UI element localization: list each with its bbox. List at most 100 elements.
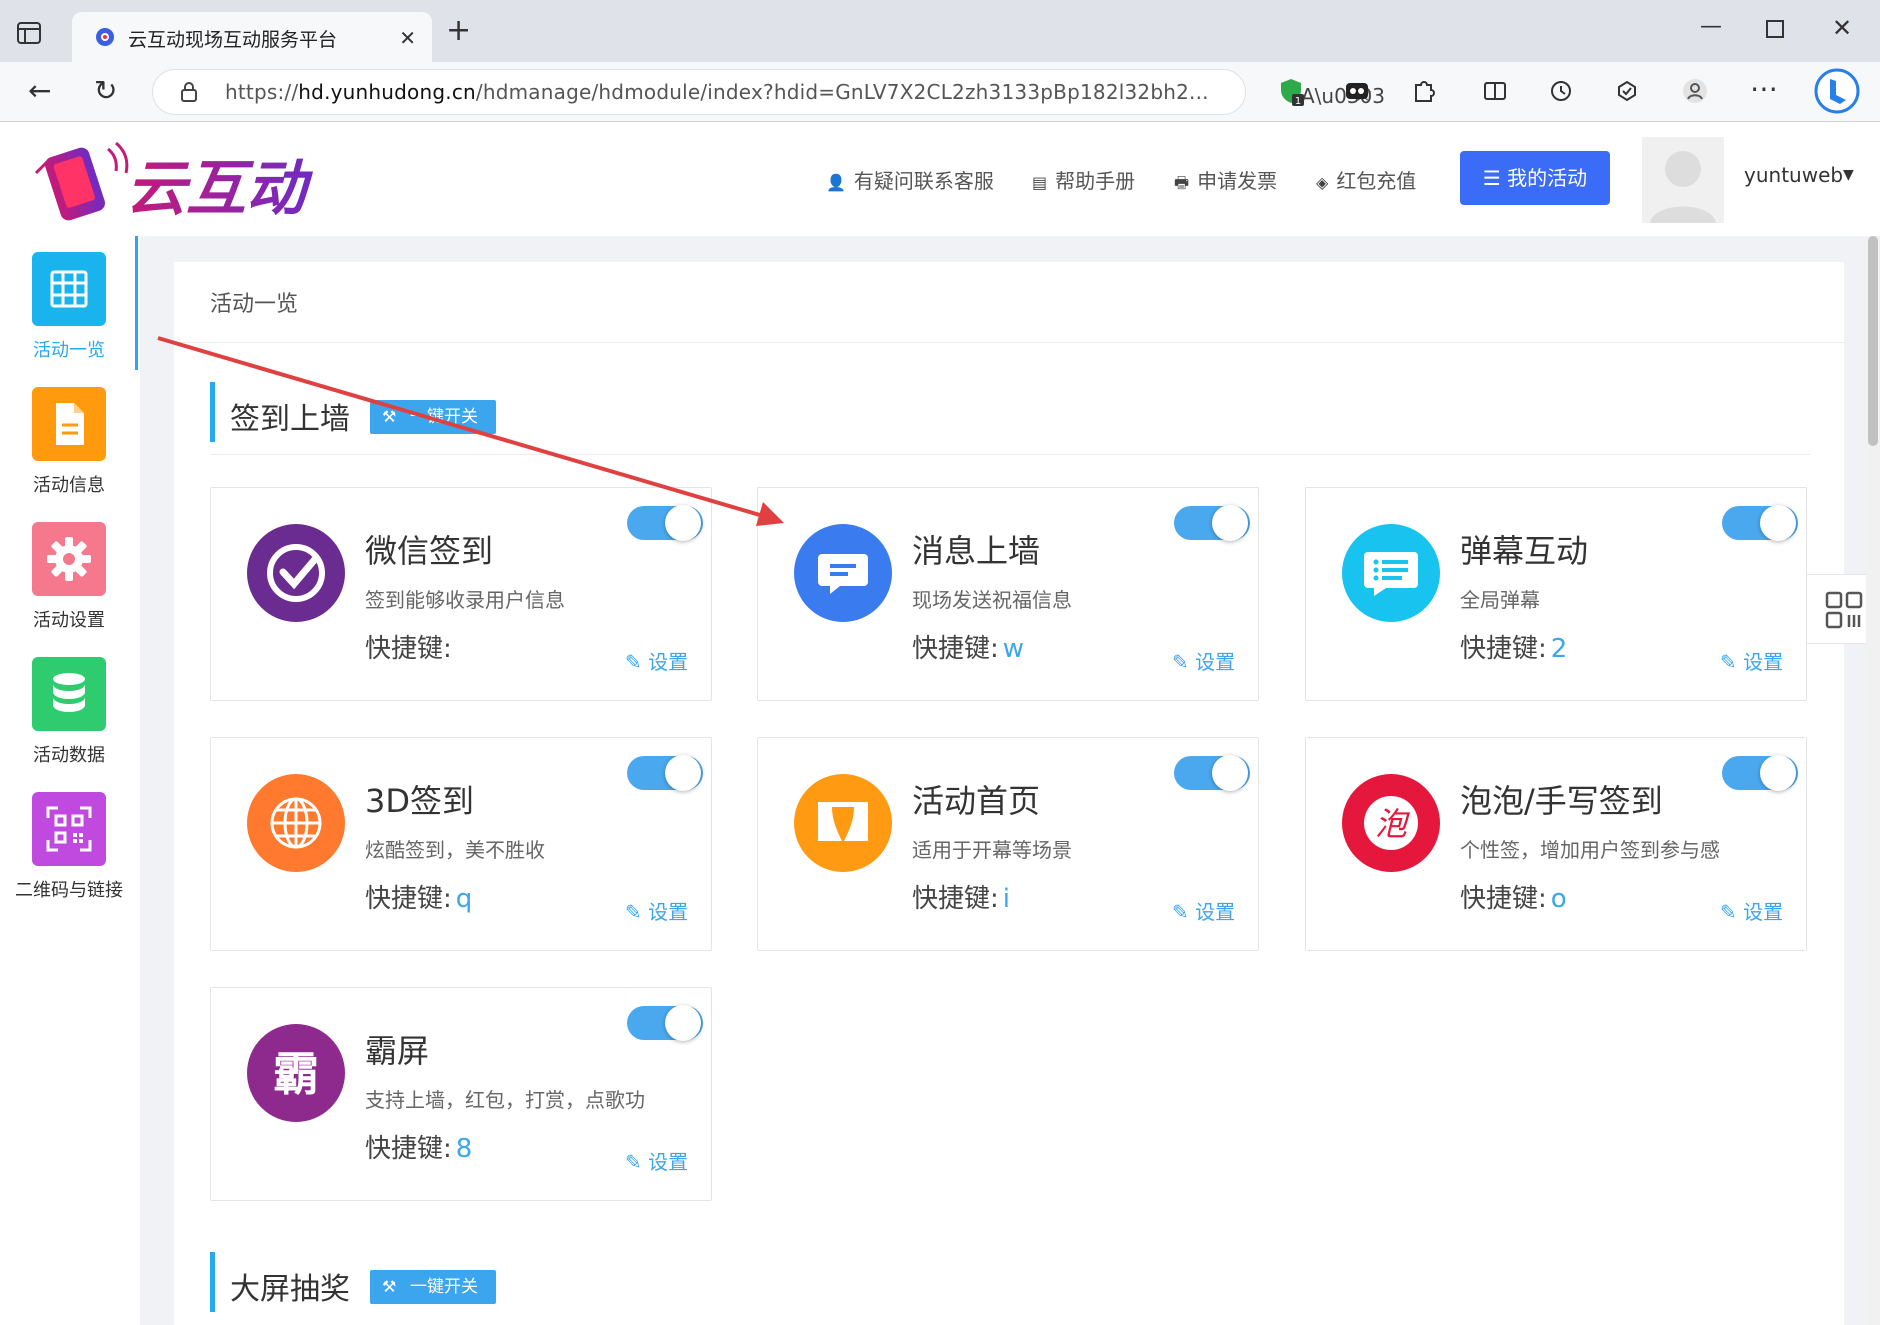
enable-toggle[interactable] [1174,505,1250,541]
sidebar-item-activity-settings[interactable]: 活动设置 [0,506,138,640]
divider [210,454,1810,455]
card-title: 弹幕互动 [1460,532,1589,570]
toggle-all-button[interactable]: ⚒ 一键开关 [370,400,496,434]
shortcut-key: 快捷键: w [912,634,1025,664]
breadcrumb: 活动一览 [210,292,299,317]
settings-link[interactable]: ✎ 设置 [625,896,688,925]
module-card-bapin: 霸 霸屏 支持上墙，红包，打赏，点歌功 快捷键: 8 ✎ 设置 [210,987,712,1201]
site-favicon-icon [96,28,114,46]
pencil-icon: ✎ [625,900,642,924]
card-description: 签到能够收录用户信息 [365,588,565,612]
performance-icon[interactable] [1612,76,1642,106]
sidebar-item-qrcode-links[interactable]: 二维码与链接 [0,776,138,910]
bing-copilot-icon[interactable] [1814,68,1860,114]
browser-tab[interactable]: 云互动现场互动服务平台 ✕ [72,12,432,62]
split-screen-icon[interactable] [1480,76,1510,106]
main-panel: 活动一览 签到上墙 ⚒ 一键开关 微信签到 签到能够收录用户信息 快捷键: ✎ 设… [174,262,1844,1325]
settings-link[interactable]: ✎ 设置 [625,1146,688,1175]
red-packet-recharge-link[interactable]: ◈ 红包充值 [1316,165,1416,194]
enable-toggle[interactable] [1722,755,1798,791]
pencil-icon: ✎ [1720,650,1737,674]
toggle-all-button[interactable]: ⚒ 一键开关 [370,1270,496,1304]
profile-icon[interactable] [1680,76,1710,106]
card-title: 活动首页 [912,782,1041,820]
sidebar-item-activity-info[interactable]: 活动信息 [0,371,138,505]
site-header: 云互动 👤 有疑问联系客服 ▤ 帮助手册 🖶 申请发票 ◈ 红包充值 ☰ 我的活动 yu… [0,123,1880,236]
address-toolbar: ← ↻ https://hd.yunhudong.cn/hdmanage/hdm… [0,62,1880,122]
shortcut-key: 快捷键: [365,634,452,664]
qrcode-icon [32,792,106,866]
module-card-activity-home: 活动首页 适用于开幕等场景 快捷键: i ✎ 设置 [757,737,1259,951]
book-icon: ▤ [1032,173,1048,192]
enable-toggle[interactable] [627,755,703,791]
my-activity-button[interactable]: ☰ 我的活动 [1460,151,1610,205]
module-card-message-wall: 消息上墙 现场发送祝福信息 快捷键: w ✎ 设置 [757,487,1259,701]
sidebar-item-activity-overview[interactable]: 活动一览 [0,236,138,370]
avatar[interactable] [1642,137,1724,223]
contact-support-link[interactable]: 👤 有疑问联系客服 [826,165,994,194]
extensions-puzzle-icon[interactable] [1408,76,1438,106]
shield-check-icon: ◈ [1316,173,1329,192]
card-title: 霸屏 [365,1032,430,1070]
scrollbar[interactable] [1866,236,1880,1325]
more-menu-icon[interactable]: ⋯ [1750,74,1778,104]
sidebar-item-label: 二维码与链接 [15,880,123,901]
settings-link[interactable]: ✎ 设置 [1720,896,1783,925]
enable-toggle[interactable] [627,1005,703,1041]
history-icon[interactable] [1546,76,1576,106]
sidebar-item-label: 活动信息 [33,475,105,496]
printer-icon: 🖶 [1174,173,1190,192]
lock-icon [181,82,197,102]
pencil-icon: ✎ [1720,900,1737,924]
tab-close-icon[interactable]: ✕ [399,26,416,50]
enable-toggle[interactable] [1722,505,1798,541]
extension-badge: 1 [1295,96,1301,106]
bapin-char-icon: 霸 [247,1024,345,1122]
address-bar[interactable]: https://hd.yunhudong.cn/hdmanage/hdmodul… [152,69,1385,115]
section-title: 签到上墙 [230,402,350,437]
enable-toggle[interactable] [627,505,703,541]
window-close-button[interactable]: ✕ [1832,14,1852,42]
settings-link[interactable]: ✎ 设置 [1720,646,1783,675]
bubble-char-icon: 泡 [1342,774,1440,872]
username[interactable]: yuntuweb [1744,163,1843,187]
message-bubble-icon [794,524,892,622]
shortcut-key: 快捷键: i [912,884,1010,914]
sidebar-item-label: 活动一览 [33,340,105,361]
tab-actions-icon[interactable] [14,18,44,48]
invoice-link[interactable]: 🖶 申请发票 [1174,165,1277,199]
svg-text:泡: 泡 [1375,805,1410,843]
sidebar-item-activity-data[interactable]: 活动数据 [0,641,138,775]
shortcut-key: 快捷键: 8 [365,1134,473,1164]
card-description: 炫酷签到，美不胜收 [365,838,545,862]
curtain-icon [794,774,892,872]
person-add-icon: 👤 [826,173,846,192]
shortcut-key: 快捷键: 2 [1460,634,1568,664]
gavel-icon: ⚒ [382,1277,397,1296]
enable-toggle[interactable] [1174,755,1250,791]
minimize-button[interactable]: — [1700,14,1722,39]
settings-link[interactable]: ✎ 设置 [1172,646,1235,675]
card-title: 消息上墙 [912,532,1041,570]
shield-extension-icon[interactable]: 1 [1276,76,1306,106]
card-description: 适用于开幕等场景 [912,838,1072,862]
refresh-button[interactable]: ↻ [94,76,117,106]
url-text: https://hd.yunhudong.cn/hdmanage/hdmodul… [225,80,1209,104]
help-manual-link[interactable]: ▤ 帮助手册 [1032,165,1135,194]
collections-extension-icon[interactable] [1342,76,1372,106]
section-accent-bar [210,1252,215,1312]
settings-link[interactable]: ✎ 设置 [625,646,688,675]
default-avatar-icon [1650,151,1716,223]
maximize-button[interactable] [1766,20,1784,38]
chevron-down-icon[interactable]: ▼ [1843,167,1854,183]
settings-link[interactable]: ✎ 设置 [1172,896,1235,925]
card-title: 3D签到 [365,782,475,820]
back-button[interactable]: ← [28,76,51,106]
scroll-thumb[interactable] [1868,236,1878,446]
pencil-icon: ✎ [1172,650,1189,674]
yunhudong-logo[interactable]: 云互动 [34,137,364,229]
shortcut-key: 快捷键: q [365,884,473,914]
gear-icon [32,522,106,596]
new-tab-button[interactable]: + [446,16,471,46]
globe-icon [247,774,345,872]
